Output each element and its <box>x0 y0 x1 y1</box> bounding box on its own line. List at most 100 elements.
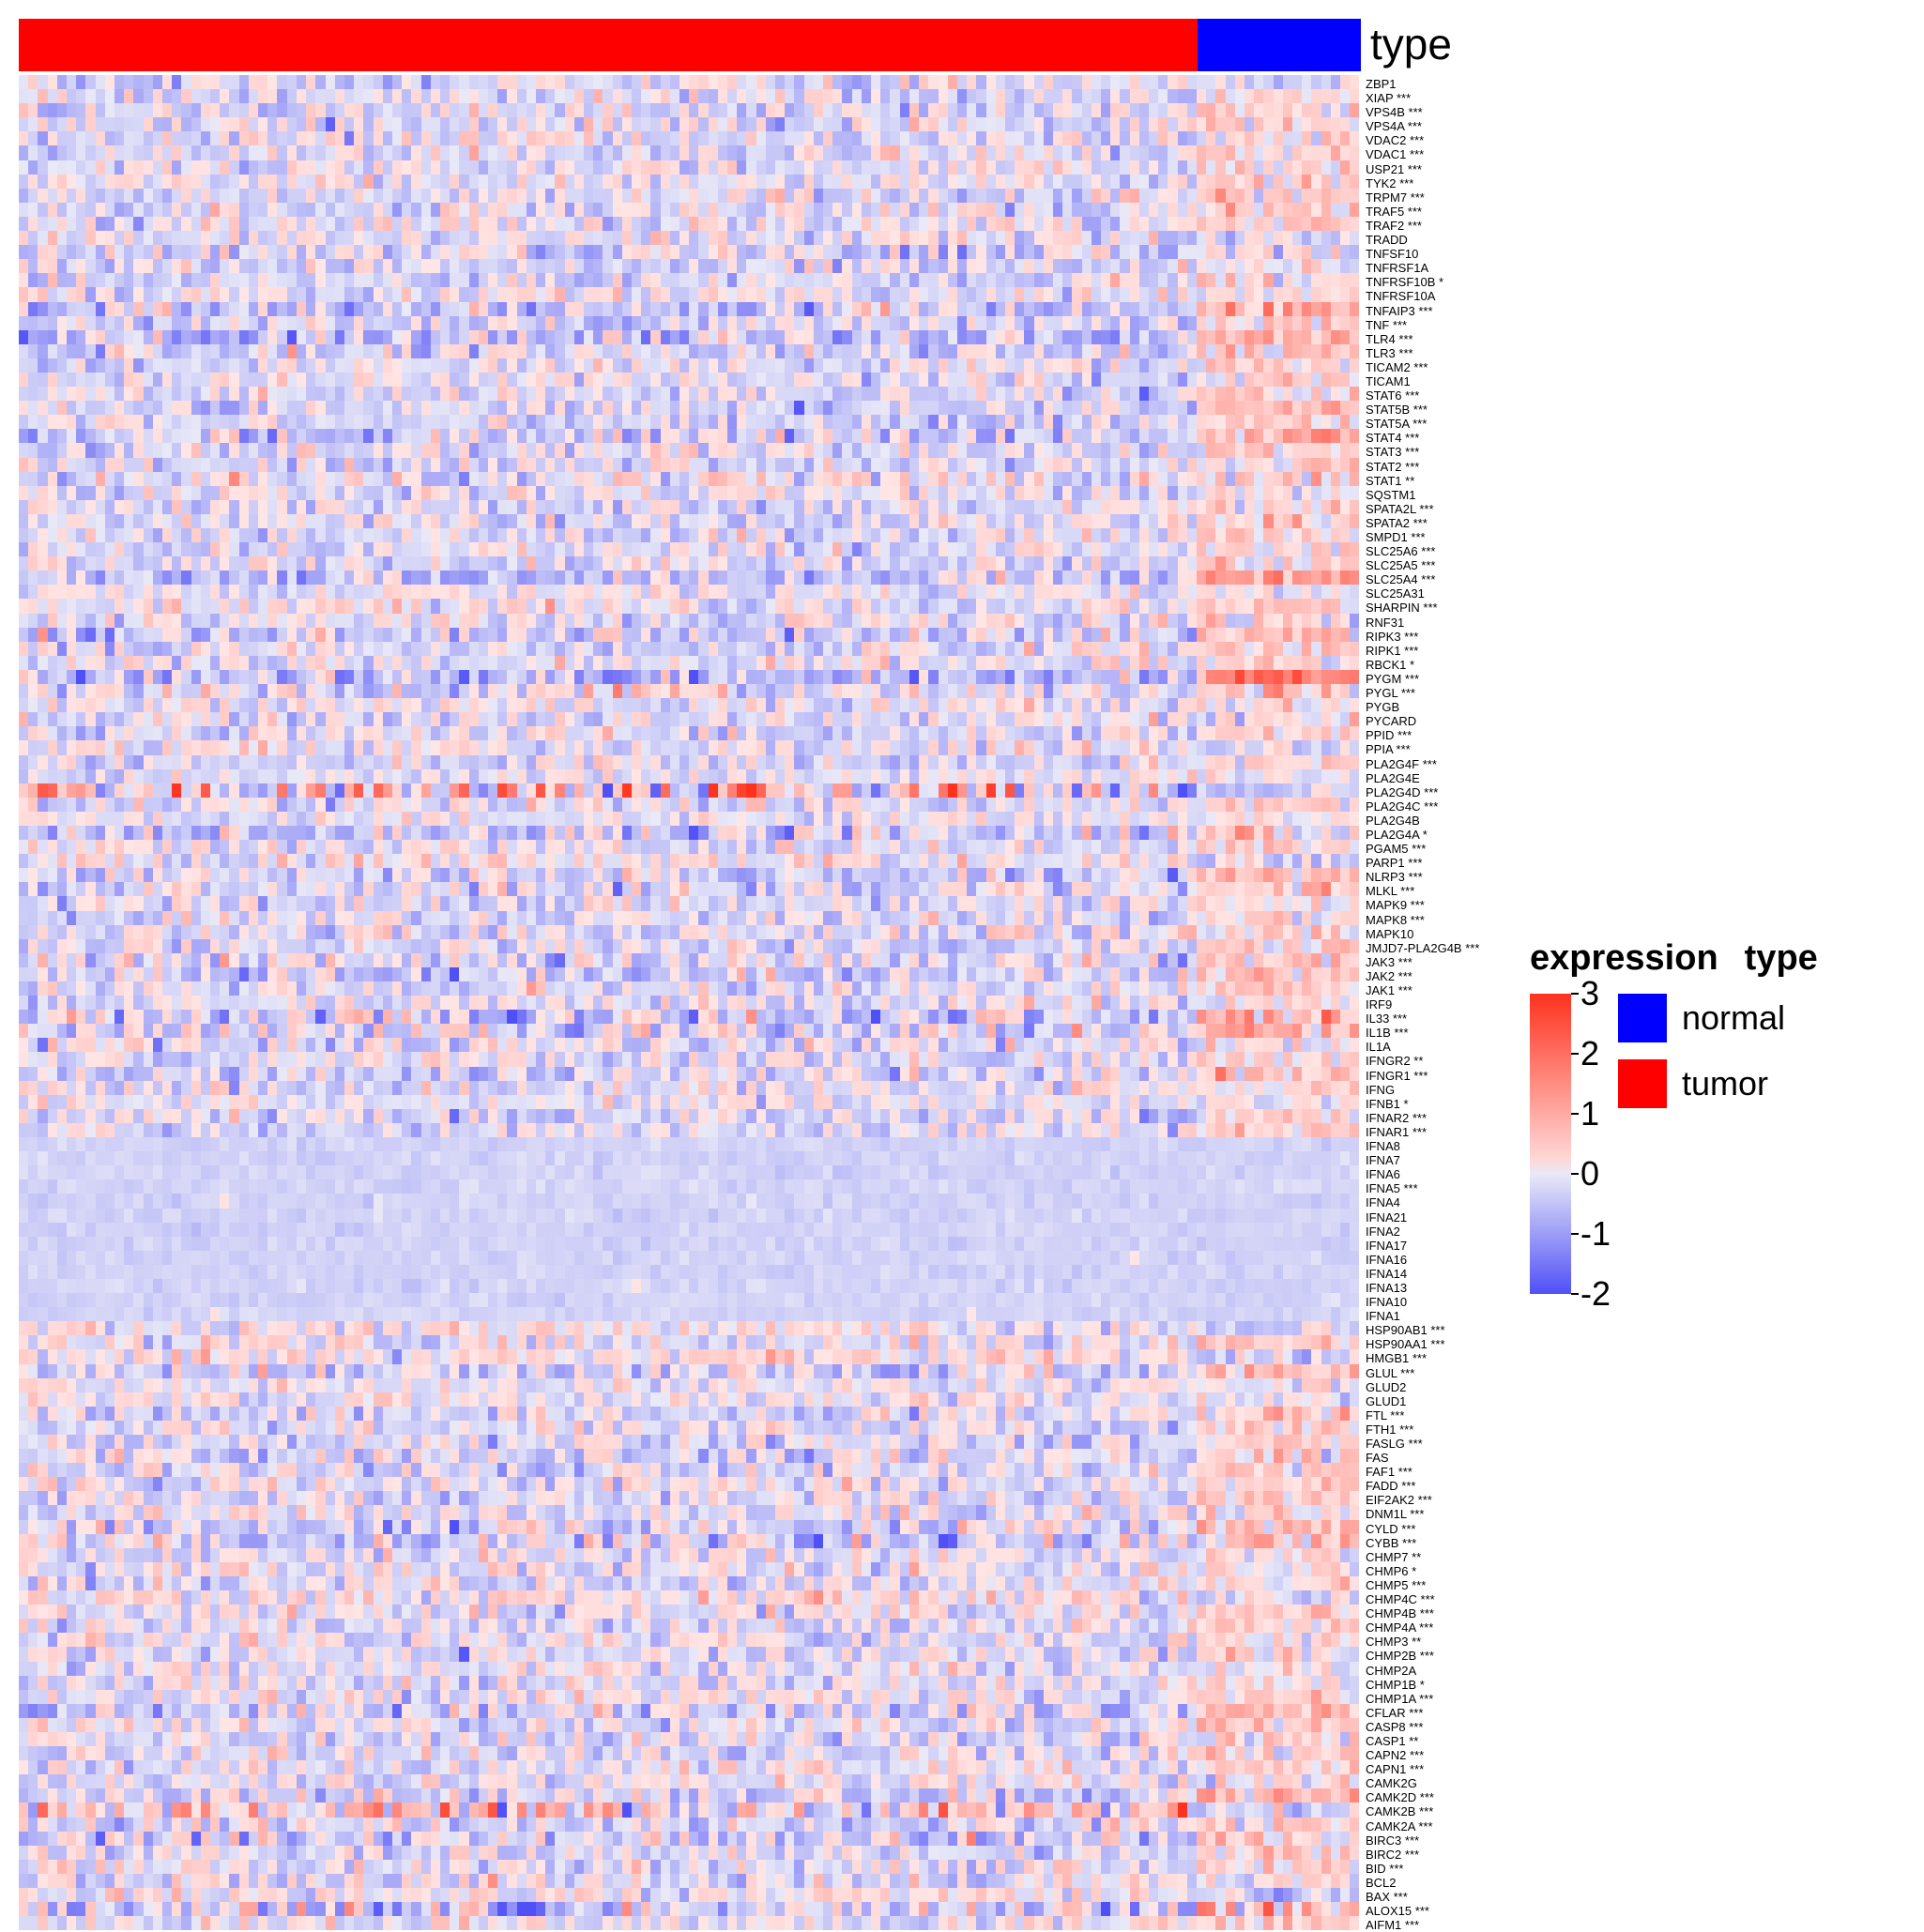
heatmap-row <box>19 415 1361 429</box>
gene-label: FAF1 *** <box>1366 1465 1479 1479</box>
heatmap-row <box>19 1774 1361 1788</box>
heatmap-row <box>19 1760 1361 1774</box>
gene-label: TRAF2 *** <box>1366 219 1479 233</box>
gene-label: RNF31 <box>1366 616 1479 630</box>
gene-label: STAT6 *** <box>1366 388 1479 403</box>
gene-label: IFNA10 <box>1366 1295 1479 1309</box>
colorbar-tick: -2 <box>1580 1274 1611 1314</box>
heatmap-row <box>19 472 1361 486</box>
heatmap-row <box>19 1803 1361 1817</box>
gene-label: IFNAR1 *** <box>1366 1125 1479 1139</box>
gene-label: IFNA7 <box>1366 1153 1479 1167</box>
gene-label: CASP1 ** <box>1366 1734 1479 1748</box>
heatmap-row <box>19 1307 1361 1321</box>
gene-label: IFNGR1 *** <box>1366 1069 1479 1083</box>
gene-label: PLA2G4D *** <box>1366 785 1479 799</box>
heatmap-row <box>19 1038 1361 1052</box>
heatmap-row <box>19 1109 1361 1123</box>
legend: expression type 3210-1-2 normaltumor <box>1530 938 1905 1294</box>
gene-label: STAT1 ** <box>1366 474 1479 488</box>
gene-label: TNF *** <box>1366 318 1479 332</box>
heatmap-row <box>19 812 1361 826</box>
heatmap-row <box>19 1378 1361 1392</box>
gene-label: STAT5B *** <box>1366 403 1479 417</box>
gene-label: IL1B *** <box>1366 1026 1479 1040</box>
heatmap-row <box>19 981 1361 996</box>
gene-label: FAS <box>1366 1451 1479 1465</box>
type-legend-label: normal <box>1682 998 1785 1038</box>
gene-label: BAX *** <box>1366 1890 1479 1904</box>
heatmap-row <box>19 1477 1361 1491</box>
gene-label: FTL *** <box>1366 1408 1479 1422</box>
heatmap-row <box>19 1010 1361 1024</box>
gene-label: CHMP4B *** <box>1366 1606 1479 1620</box>
gene-label: CHMP4A *** <box>1366 1620 1479 1635</box>
gene-label: AIFM1 *** <box>1366 1918 1479 1932</box>
colorbar-tick: 2 <box>1580 1034 1599 1073</box>
heatmap-row <box>19 726 1361 740</box>
gene-label: HMGB1 *** <box>1366 1351 1479 1365</box>
type-legend-item: normal <box>1618 994 1785 1042</box>
heatmap-row <box>19 1179 1361 1194</box>
gene-label: JMJD7-PLA2G4B *** <box>1366 941 1479 955</box>
gene-label: PLA2G4F *** <box>1366 757 1479 771</box>
gene-label: IFNA1 <box>1366 1309 1479 1323</box>
gene-label: CAMK2D *** <box>1366 1790 1479 1804</box>
gene-label: SQSTM1 <box>1366 488 1479 502</box>
heatmap-row <box>19 1818 1361 1832</box>
gene-label: TNFSF10 <box>1366 247 1479 261</box>
heatmap-row <box>19 1265 1361 1279</box>
legend-type-title: type <box>1745 938 1818 979</box>
gene-label: IFNA6 <box>1366 1167 1479 1181</box>
colorbar-tick: 3 <box>1580 974 1599 1013</box>
gene-label: IFNAR2 *** <box>1366 1111 1479 1125</box>
gene-label: XIAP *** <box>1366 91 1479 105</box>
heatmap-row <box>19 1619 1361 1633</box>
gene-label: GLUL *** <box>1366 1366 1479 1380</box>
heatmap-row <box>19 160 1361 175</box>
gene-label: BCL2 <box>1366 1876 1479 1890</box>
gene-label: IFNA17 <box>1366 1239 1479 1253</box>
gene-label: JAK1 *** <box>1366 983 1479 997</box>
heatmap-row <box>19 585 1361 599</box>
gene-label: CHMP2A <box>1366 1664 1479 1678</box>
heatmap-row <box>19 826 1361 840</box>
heatmap-row <box>19 117 1361 131</box>
type-swatch <box>1618 994 1667 1042</box>
heatmap-row <box>19 1421 1361 1435</box>
heatmap-row <box>19 316 1361 330</box>
gene-label: HSP90AB1 *** <box>1366 1323 1479 1337</box>
heatmap-row <box>19 740 1361 754</box>
heatmap-row <box>19 145 1361 160</box>
heatmap-row <box>19 189 1361 203</box>
heatmap-row <box>19 1846 1361 1860</box>
gene-label: PYGL *** <box>1366 686 1479 700</box>
heatmap-row <box>19 967 1361 981</box>
heatmap-row <box>19 1520 1361 1534</box>
type-legend: normaltumor <box>1618 994 1785 1125</box>
gene-label: PPID *** <box>1366 728 1479 742</box>
heatmap-row <box>19 896 1361 910</box>
gene-label: STAT3 *** <box>1366 445 1479 459</box>
heatmap-row <box>19 925 1361 939</box>
heatmap-row <box>19 217 1361 231</box>
gene-label: STAT5A *** <box>1366 417 1479 431</box>
gene-label: MAPK8 *** <box>1366 913 1479 927</box>
heatmap-row <box>19 840 1361 854</box>
heatmap-row <box>19 528 1361 542</box>
gene-label: CHMP1B * <box>1366 1678 1479 1692</box>
heatmap-row <box>19 1335 1361 1349</box>
gene-label: NLRP3 *** <box>1366 870 1479 884</box>
gene-label: PYCARD <box>1366 714 1479 728</box>
heatmap-row <box>19 1321 1361 1335</box>
heatmap-row <box>19 245 1361 259</box>
heatmap-row <box>19 755 1361 769</box>
gene-label: SLC25A5 *** <box>1366 558 1479 572</box>
gene-label: GLUD1 <box>1366 1394 1479 1408</box>
gene-label: IL33 *** <box>1366 1012 1479 1026</box>
heatmap-row <box>19 1081 1361 1095</box>
gene-label: TNFRSF1A <box>1366 261 1479 275</box>
heatmap-row <box>19 103 1361 117</box>
gene-label: IFNA21 <box>1366 1210 1479 1225</box>
heatmap-row <box>19 1251 1361 1265</box>
